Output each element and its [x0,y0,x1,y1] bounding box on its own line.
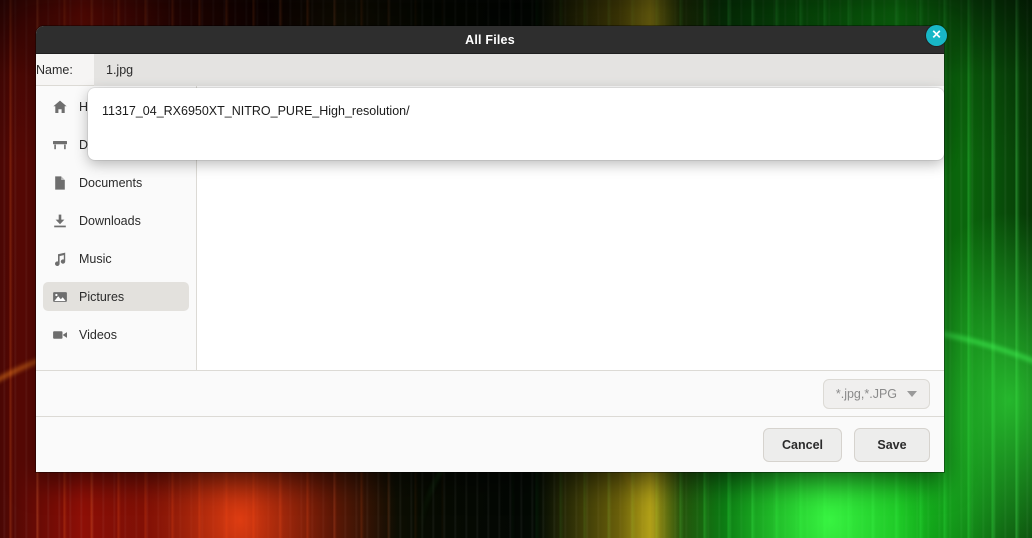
sidebar-item-label: Downloads [79,213,141,228]
sidebar-item-downloads[interactable]: Downloads [43,206,189,235]
sidebar-item-label: Music [79,251,112,266]
desktop-wallpaper: All Files ✕ Name: Home [0,0,1032,538]
dialog-titlebar: All Files ✕ [36,25,947,54]
desktop-icon [53,140,67,149]
name-row: Name: [36,53,944,86]
cancel-button[interactable]: Cancel [763,427,842,462]
filename-autocomplete-popup: 11317_04_RX6950XT_NITRO_PURE_High_resolu… [88,88,944,160]
video-camera-icon [53,330,67,339]
sidebar-item-pictures[interactable]: Pictures [43,282,189,311]
image-icon [53,291,67,302]
autocomplete-item[interactable]: 11317_04_RX6950XT_NITRO_PURE_High_resolu… [88,100,944,122]
sidebar-item-label: Pictures [79,289,125,304]
file-type-filter-dropdown[interactable]: *.jpg,*.JPG [822,378,930,409]
close-icon[interactable]: ✕ [926,25,947,46]
filter-selected-label: *.jpg,*.JPG [835,386,897,401]
file-chooser-dialog: All Files ✕ Name: Home [36,25,947,472]
name-label: Name: [36,62,73,77]
filename-input[interactable] [94,53,944,86]
sidebar-item-label: Documents [79,175,143,190]
filter-bar: *.jpg,*.JPG [36,370,944,416]
home-icon [53,100,67,113]
download-icon [54,214,66,227]
sidebar-item-music[interactable]: Music [43,244,189,273]
close-icon-glyph: ✕ [931,27,942,42]
dialog-action-bar: Cancel Save [36,416,944,472]
file-list-empty-area[interactable] [197,138,944,370]
sidebar-item-videos[interactable]: Videos [43,320,189,349]
sidebar-item-documents[interactable]: Documents [43,168,189,197]
music-note-icon [55,252,66,266]
sidebar-item-label: Videos [79,327,117,342]
dialog-title: All Files [465,32,515,47]
save-button[interactable]: Save [854,427,930,462]
chevron-down-icon [907,390,917,397]
document-icon [55,175,65,190]
